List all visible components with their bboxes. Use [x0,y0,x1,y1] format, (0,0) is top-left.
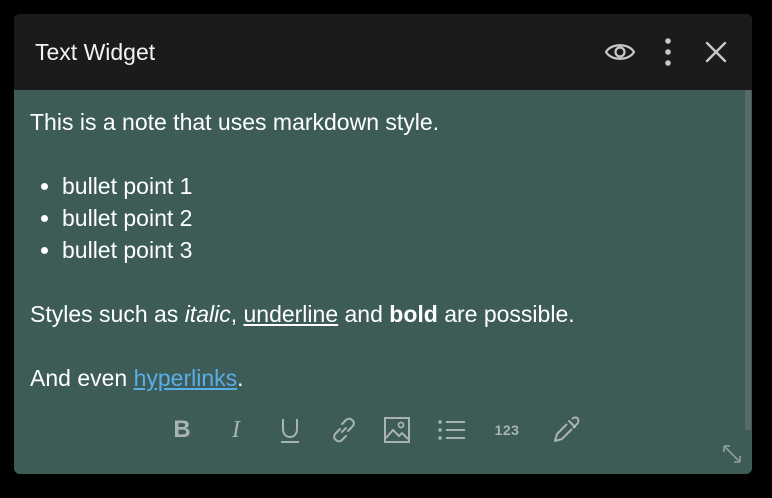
links-suffix: . [237,365,244,391]
note-content[interactable]: This is a note that uses markdown style.… [30,106,730,394]
image-icon [384,417,410,443]
scrollbar[interactable] [745,90,751,430]
eyedropper-icon [554,416,580,442]
styles-prefix: Styles such as [30,301,185,327]
bold-button[interactable]: B [166,414,198,446]
widget-header: Text Widget [14,14,752,90]
links-prefix: And even [30,365,134,391]
italic-button[interactable]: I [220,414,252,446]
formatting-toolbar: B I 123 [14,410,752,450]
list-icon [438,420,465,440]
color-picker-button[interactable] [550,414,582,446]
insert-image-button[interactable] [381,414,413,446]
text-widget: Text Widget This is a note that uses mar… [14,14,752,474]
styles-suffix: are possible. [437,301,575,327]
numbered-list-button[interactable]: 123 [491,414,523,446]
link-button[interactable] [328,414,360,446]
styles-comma: , [230,301,244,327]
bullet-list-button[interactable] [436,414,468,446]
resize-icon [723,445,741,463]
bullet-list: bullet point 1 bullet point 2 bullet poi… [30,170,730,266]
resize-handle[interactable] [720,442,744,466]
list-item: bullet point 3 [62,234,730,266]
eye-icon [604,44,636,60]
close-button[interactable] [698,34,734,70]
numbered-list-icon: 123 [494,422,520,438]
links-paragraph: And even hyperlinks. [30,362,730,394]
link-icon [333,417,355,443]
styles-paragraph: Styles such as italic, underline and bol… [30,298,730,330]
list-item: bullet point 1 [62,170,730,202]
intro-paragraph: This is a note that uses markdown style. [30,109,440,135]
more-vertical-icon [665,38,671,66]
preview-button[interactable] [602,34,638,70]
underline-icon [281,419,299,443]
underline-text: underline [243,301,339,327]
italic-text: italic [184,301,231,327]
italic-icon: I [232,417,240,443]
list-item: bullet point 2 [62,202,730,234]
close-icon [705,41,727,63]
bold-text: bold [389,301,438,327]
hyperlink[interactable]: hyperlinks [134,365,238,391]
bold-icon: B [173,416,191,443]
underline-button[interactable] [274,414,306,446]
widget-title: Text Widget [35,39,156,65]
more-options-button[interactable] [650,34,686,70]
styles-and: and [338,301,390,327]
